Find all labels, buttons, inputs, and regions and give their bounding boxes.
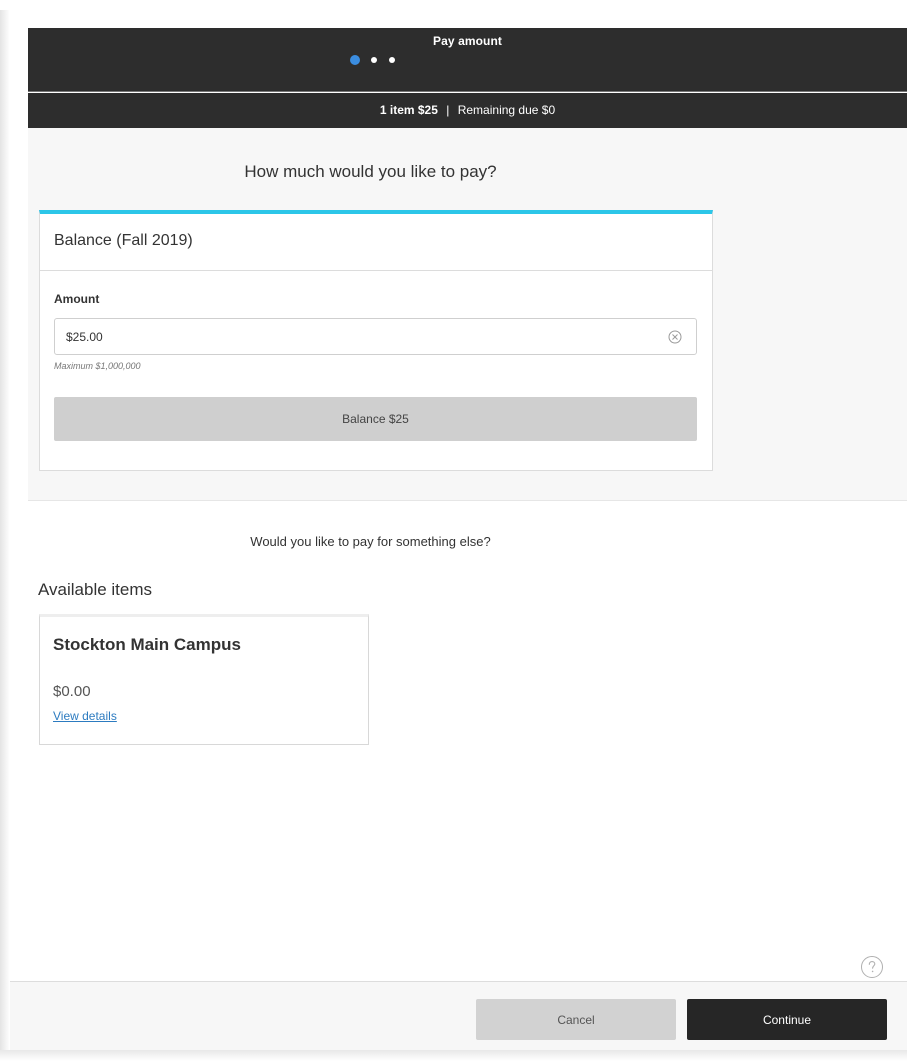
summary-separator: | — [446, 103, 450, 117]
help-icon[interactable] — [860, 955, 884, 979]
step-indicator — [350, 55, 400, 65]
page-title: Pay amount — [432, 34, 502, 48]
balance-amount-button[interactable]: Balance $25 — [54, 397, 697, 441]
view-details-link[interactable]: View details — [53, 709, 117, 723]
header-divider — [28, 91, 907, 92]
step-dot — [371, 57, 377, 63]
frame-edge-bottom — [0, 1050, 907, 1061]
frame-edge — [0, 10, 10, 1055]
pay-amount-section: How much would you like to pay? Balance … — [28, 128, 907, 501]
item-price: $0.00 — [53, 683, 91, 700]
balance-card-title: Balance (Fall 2019) — [54, 232, 193, 249]
cancel-button[interactable]: Cancel — [476, 999, 676, 1040]
available-item-card[interactable]: Stockton Main Campus $0.00 View details — [39, 614, 369, 745]
available-items-heading: Available items — [38, 580, 153, 599]
item-count-total: 1 item $25 — [379, 103, 438, 117]
maximum-note: Maximum $1,000,000 — [54, 361, 141, 371]
continue-button[interactable]: Continue — [687, 999, 887, 1040]
remaining-due: Remaining due $0 — [457, 103, 556, 117]
payment-summary-bar: 1 item $25 | Remaining due $0 — [28, 91, 907, 128]
other-payment-question: Would you like to pay for something else… — [250, 534, 491, 549]
amount-label: Amount — [54, 292, 100, 306]
item-name: Stockton Main Campus — [53, 635, 241, 654]
amount-input[interactable] — [54, 318, 697, 355]
step-dot — [389, 57, 395, 63]
pay-question: How much would you like to pay? — [244, 162, 497, 181]
clear-icon[interactable] — [668, 330, 682, 344]
step-dot-active — [350, 55, 360, 65]
footer-bar: Cancel Continue — [10, 981, 907, 1050]
card-divider — [40, 270, 712, 271]
page-header: Pay amount — [28, 28, 907, 91]
balance-card: Balance (Fall 2019) Amount Maximum $1,00… — [39, 210, 713, 471]
